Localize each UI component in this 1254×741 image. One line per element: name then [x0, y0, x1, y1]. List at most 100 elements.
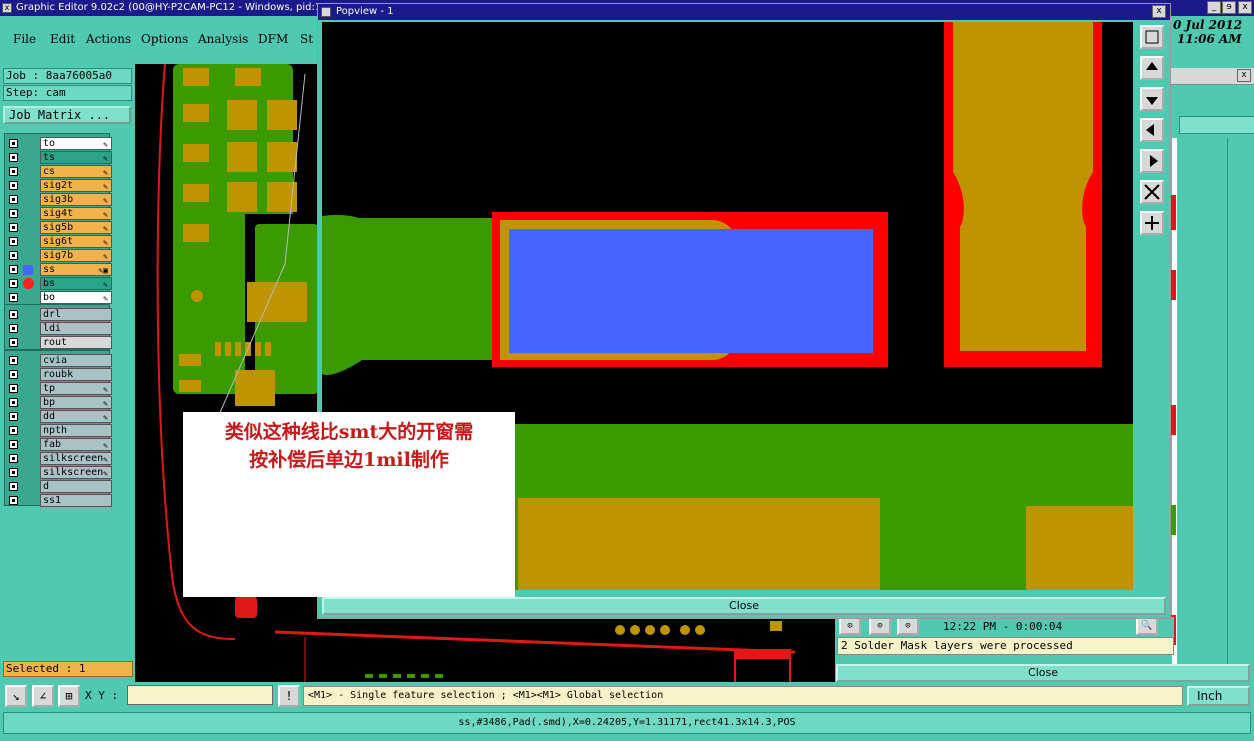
layer-checkbox[interactable] [9, 293, 18, 302]
layer-row[interactable]: fab ✎ [5, 438, 112, 452]
layer-name[interactable]: sig2t ✎ [40, 179, 112, 192]
layer-row[interactable]: npth [5, 424, 112, 438]
menu-dfm[interactable]: DFM [258, 32, 288, 46]
warning-icon[interactable]: ! [278, 685, 300, 707]
layer-checkbox[interactable] [9, 324, 18, 333]
menu-edit[interactable]: Edit [50, 32, 75, 46]
pan-right-button[interactable] [1140, 149, 1164, 173]
layer-checkbox[interactable] [9, 370, 18, 379]
layer-name[interactable]: tp ✎ [40, 382, 112, 395]
layer-row[interactable]: dd ✎ [5, 410, 112, 424]
status-close-button[interactable]: Close [836, 664, 1250, 682]
layer-checkbox[interactable] [9, 139, 18, 148]
layer-checkbox[interactable] [9, 153, 18, 162]
layer-name[interactable]: sig3b ✎ [40, 193, 112, 206]
pan-up-button[interactable] [1140, 56, 1164, 80]
layer-name[interactable]: npth [40, 424, 112, 437]
layer-checkbox[interactable] [9, 251, 18, 260]
layer-checkbox[interactable] [9, 265, 18, 274]
layer-checkbox[interactable] [9, 384, 18, 393]
layer-row[interactable]: roubk [5, 368, 112, 382]
layer-checkbox[interactable] [9, 398, 18, 407]
layer-checkbox[interactable] [9, 223, 18, 232]
layer-row[interactable]: d [5, 480, 112, 494]
layer-checkbox[interactable] [9, 195, 18, 204]
layer-name[interactable]: ldi [40, 322, 112, 335]
layer-checkbox[interactable] [9, 454, 18, 463]
layer-row[interactable]: silkscreen ✎ [5, 466, 112, 480]
layer-row[interactable]: bs ✎ [5, 277, 112, 291]
layer-name[interactable]: cs ✎ [40, 165, 112, 178]
zoom-out-button[interactable] [1140, 211, 1164, 235]
menu-st[interactable]: St [300, 32, 313, 46]
right-window-close-button[interactable]: x [1237, 69, 1251, 82]
layer-row[interactable]: bp ✎ [5, 396, 112, 410]
layer-name[interactable]: dd ✎ [40, 410, 112, 423]
job-matrix-button[interactable]: Job Matrix ... [3, 106, 131, 124]
layer-name[interactable]: sig4t ✎ [40, 207, 112, 220]
layer-name[interactable]: rout [40, 336, 112, 349]
grid-icon[interactable]: ⊞ [58, 685, 80, 707]
layer-checkbox[interactable] [9, 338, 18, 347]
status-icon-2[interactable]: ⊙ [869, 617, 891, 635]
layer-name[interactable]: fab ✎ [40, 438, 112, 451]
layer-row[interactable]: ss1 [5, 494, 112, 508]
layer-name[interactable]: ss1 [40, 494, 112, 507]
layer-name[interactable]: sig5b ✎ [40, 221, 112, 234]
layer-name[interactable]: roubk [40, 368, 112, 381]
layer-checkbox[interactable] [9, 496, 18, 505]
layer-name[interactable]: ss ✎▣ [40, 263, 112, 276]
angle-icon[interactable]: ∠ [32, 685, 54, 707]
layer-row[interactable]: sig5b ✎ [5, 221, 112, 235]
status-icon-3[interactable]: ⊙ [897, 617, 919, 635]
minimize-button[interactable]: _ [1207, 1, 1221, 14]
layer-checkbox[interactable] [9, 468, 18, 477]
maximize-button[interactable]: ɘ [1222, 1, 1236, 14]
layer-row[interactable]: ldi [5, 322, 112, 336]
layer-row[interactable]: tp ✎ [5, 382, 112, 396]
popview-close-icon[interactable]: x [1152, 5, 1166, 18]
layer-row[interactable]: rout [5, 336, 112, 350]
layer-name[interactable]: to ✎ [40, 137, 112, 150]
layer-row[interactable]: ts ✎ [5, 151, 112, 165]
layer-checkbox[interactable] [9, 237, 18, 246]
zoom-in-button[interactable] [1140, 180, 1164, 204]
layer-row[interactable]: sig7b ✎ [5, 249, 112, 263]
layer-name[interactable]: sig6t ✎ [40, 235, 112, 248]
xy-input[interactable] [127, 685, 273, 705]
layer-name[interactable]: drl [40, 308, 112, 321]
layer-row[interactable]: ss ✎▣ [5, 263, 112, 277]
menu-actions[interactable]: Actions [86, 32, 131, 46]
layer-row[interactable]: cvia [5, 354, 112, 368]
layer-name[interactable]: bp ✎ [40, 396, 112, 409]
layer-checkbox[interactable] [9, 209, 18, 218]
layer-checkbox[interactable] [9, 482, 18, 491]
layer-name[interactable]: sig7b ✎ [40, 249, 112, 262]
layer-row[interactable]: to ✎ [5, 137, 112, 151]
layer-name[interactable]: silkscreen ✎ [40, 466, 112, 479]
layer-row[interactable]: sig2t ✎ [5, 179, 112, 193]
pan-down-button[interactable] [1140, 87, 1164, 111]
menu-analysis[interactable]: Analysis [198, 32, 248, 46]
layer-row[interactable]: sig3b ✎ [5, 193, 112, 207]
layer-row[interactable]: drl [5, 308, 112, 322]
layer-row[interactable]: cs ✎ [5, 165, 112, 179]
layer-row[interactable]: silkscreen ✎ [5, 452, 112, 466]
layer-row[interactable]: sig6t ✎ [5, 235, 112, 249]
layer-name[interactable]: bs ✎ [40, 277, 112, 290]
layer-checkbox[interactable] [9, 412, 18, 421]
snap-icon[interactable]: ↘ [5, 685, 27, 707]
popview-title-bar[interactable]: Popview - 1 x [318, 4, 1170, 20]
popview-close-button[interactable]: Close [322, 597, 1166, 615]
layer-checkbox[interactable] [9, 426, 18, 435]
pan-left-button[interactable] [1140, 118, 1164, 142]
layer-name[interactable]: cvia [40, 354, 112, 367]
menu-file[interactable]: File [13, 32, 36, 46]
menu-options[interactable]: Options [141, 32, 188, 46]
layer-name[interactable]: d [40, 480, 112, 493]
zoom-fit-button[interactable] [1140, 25, 1164, 49]
layer-row[interactable]: bo ✎ [5, 291, 112, 305]
layer-name[interactable]: ts ✎ [40, 151, 112, 164]
layer-name[interactable]: bo ✎ [40, 291, 112, 304]
layer-checkbox[interactable] [9, 279, 18, 288]
